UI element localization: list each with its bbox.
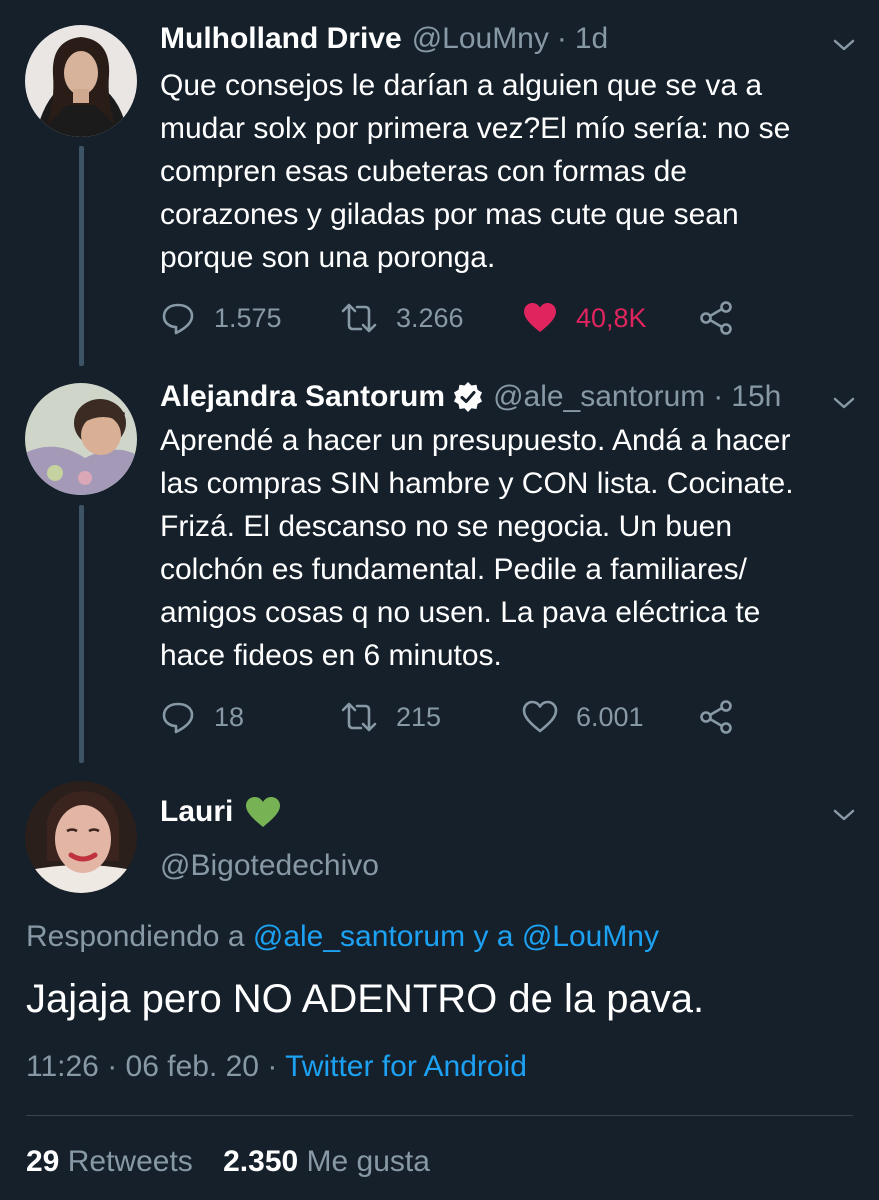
mention-link[interactable]: @ale_santorum bbox=[253, 920, 465, 953]
likes-stat[interactable]: 2.350 Me gusta bbox=[223, 1145, 430, 1178]
thread-line bbox=[79, 146, 84, 366]
tweet-age: 15h bbox=[731, 380, 782, 413]
tweet-line: las compras SIN hambre y CON lista. Coci… bbox=[160, 467, 794, 500]
tweet-age: 1d bbox=[574, 22, 609, 55]
tweet-date: 06 feb. 20 bbox=[125, 1050, 259, 1083]
tweet-line: colchón es fundamental. Pedile a familia… bbox=[160, 553, 747, 586]
tweet-time: 11:26 bbox=[26, 1050, 99, 1083]
like-action[interactable]: 40,8K bbox=[522, 298, 647, 338]
retweet-label: Retweets bbox=[67, 1145, 193, 1178]
retweet-icon bbox=[341, 303, 377, 333]
avatar-mulholland[interactable] bbox=[25, 25, 137, 137]
author-name[interactable]: Lauri bbox=[160, 795, 233, 829]
heart-filled-icon bbox=[524, 303, 556, 332]
tweet1-header: Mulholland Drive @LouMny · 1d bbox=[160, 22, 608, 56]
avatar-lauri[interactable] bbox=[25, 781, 137, 893]
retweet-action[interactable]: 215 bbox=[340, 697, 441, 737]
reply-count: 18 bbox=[214, 701, 245, 732]
tweet-stats: 29 Retweets 2.350 Me gusta bbox=[26, 1145, 430, 1179]
author-handle[interactable]: @Bigotedechivo bbox=[160, 849, 379, 883]
retweet-count: 3.266 bbox=[396, 302, 464, 333]
tweet-actions: 1.575 3.266 40,8K bbox=[160, 298, 860, 338]
heart-outline-icon bbox=[522, 700, 558, 733]
tweet-line: mudar solx por primera vez?El mío sería:… bbox=[160, 112, 791, 145]
tweet-line: Frizá. El descanso no se negocia. Un bue… bbox=[160, 510, 733, 543]
green-heart-icon bbox=[246, 797, 281, 827]
retweets-stat[interactable]: 29 Retweets bbox=[26, 1145, 193, 1178]
separator-dot: · bbox=[713, 380, 724, 413]
share-action[interactable] bbox=[698, 298, 752, 338]
tweet-line: amigos cosas q no usen. La pava eléctric… bbox=[160, 596, 761, 629]
like-label: Me gusta bbox=[306, 1145, 430, 1178]
main-tweet-header: Lauri bbox=[160, 795, 281, 829]
like-count: 6.001 bbox=[576, 701, 644, 732]
retweet-count: 215 bbox=[396, 701, 442, 732]
reply-action[interactable]: 1.575 bbox=[160, 298, 282, 338]
tweet-line: Que consejos le darían a alguien que se … bbox=[160, 69, 763, 102]
author-name[interactable]: Alejandra Santorum bbox=[160, 380, 445, 414]
chevron-down-icon[interactable] bbox=[831, 390, 857, 416]
avatar-alejandra[interactable] bbox=[25, 383, 137, 495]
main-tweet-text: Jajaja pero NO ADENTRO de la pava. bbox=[26, 977, 705, 1021]
replying-and[interactable]: y a bbox=[473, 920, 513, 953]
retweet-action[interactable]: 3.266 bbox=[340, 298, 464, 338]
tweet-line: Aprendé a hacer un presupuesto. Andá a h… bbox=[160, 424, 791, 457]
tweet2-header: Alejandra Santorum @ale_santorum · 15h bbox=[160, 380, 781, 414]
reply-count: 1.575 bbox=[214, 302, 282, 333]
tweet-text: Aprendé a hacer un presupuesto. Andá a h… bbox=[160, 419, 850, 677]
tweet-line: corazones y giladas por mas cute que sea… bbox=[160, 198, 739, 231]
separator-dot: · bbox=[107, 1050, 126, 1083]
like-total: 2.350 bbox=[223, 1145, 299, 1178]
mention-link[interactable]: @LouMny bbox=[522, 920, 659, 953]
reply-icon bbox=[162, 702, 194, 734]
thread-line bbox=[79, 505, 84, 763]
reply-icon bbox=[162, 303, 194, 335]
author-handle[interactable]: @LouMny bbox=[412, 22, 549, 56]
replying-prefix: Respondiendo a bbox=[26, 920, 245, 953]
author-name[interactable]: Mulholland Drive bbox=[160, 22, 402, 56]
tweet-source[interactable]: Twitter for Android bbox=[285, 1050, 527, 1083]
tweet-text: Que consejos le darían a alguien que se … bbox=[160, 64, 850, 279]
retweet-icon bbox=[341, 702, 377, 732]
divider bbox=[26, 1115, 853, 1116]
like-count: 40,8K bbox=[576, 302, 647, 333]
reply-action[interactable]: 18 bbox=[160, 697, 244, 737]
tweet-line: compren esas cubeteras con formas de bbox=[160, 155, 687, 188]
verified-badge-icon bbox=[454, 382, 483, 412]
tweet-line: porque son una poronga. bbox=[160, 241, 496, 274]
tweet-meta: 11:26 · 06 feb. 20 · Twitter for Android bbox=[26, 1050, 527, 1084]
replying-to: Respondiendo a @ale_santorum y a @LouMny bbox=[26, 920, 659, 954]
share-icon bbox=[700, 700, 732, 734]
chevron-down-icon[interactable] bbox=[831, 802, 857, 828]
author-handle[interactable]: @ale_santorum bbox=[493, 380, 705, 414]
share-icon bbox=[700, 301, 732, 335]
retweet-total: 29 bbox=[26, 1145, 60, 1178]
share-action[interactable] bbox=[698, 697, 752, 737]
tweet-line: hace fideos en 6 minutos. bbox=[160, 639, 502, 672]
like-action[interactable]: 6.001 bbox=[522, 697, 644, 737]
chevron-down-icon[interactable] bbox=[831, 32, 857, 58]
separator-dot: · bbox=[556, 22, 567, 55]
separator-dot: · bbox=[267, 1050, 286, 1083]
tweet-actions: 18 215 6.001 bbox=[160, 697, 860, 737]
